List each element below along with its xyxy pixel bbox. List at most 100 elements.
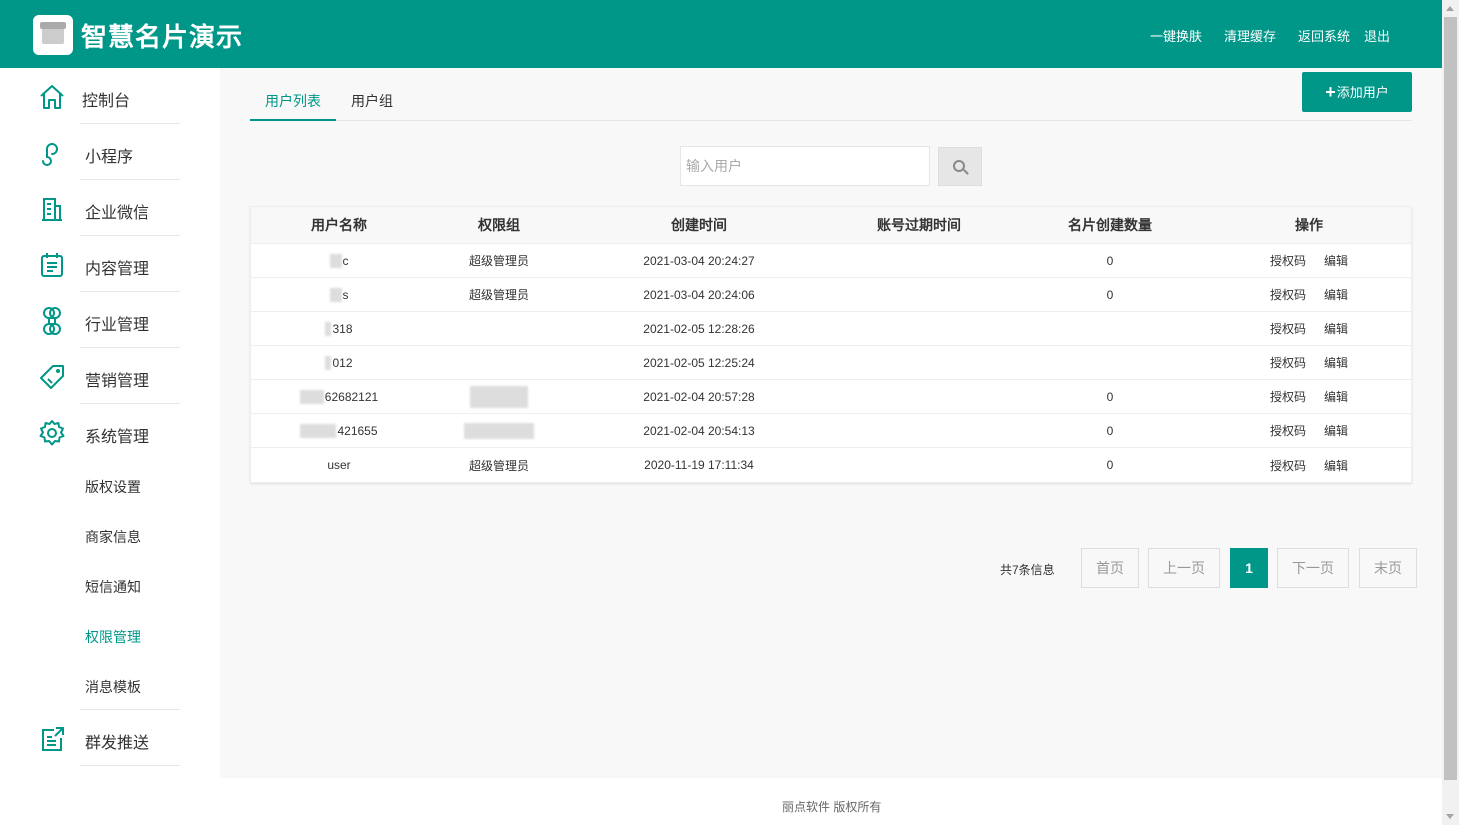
edit-link[interactable]: 编辑 xyxy=(1324,422,1348,439)
username-cell: user xyxy=(327,458,351,472)
tab-user-list[interactable]: 用户列表 xyxy=(250,89,336,121)
edit-link[interactable]: 编辑 xyxy=(1324,388,1348,405)
prev-page-button[interactable]: 上一页 xyxy=(1148,548,1220,588)
scroll-down-icon[interactable] xyxy=(1446,814,1454,819)
sub-item-message-template[interactable]: 消息模板 xyxy=(85,677,141,697)
auth-code-link[interactable]: 授权码 xyxy=(1270,252,1306,269)
created-cell: 2021-02-04 20:54:13 xyxy=(643,423,755,438)
logout-link[interactable]: 退出 xyxy=(1364,26,1390,45)
tab-user-group[interactable]: 用户组 xyxy=(336,89,408,121)
auth-code-link[interactable]: 授权码 xyxy=(1270,388,1306,405)
command-icon xyxy=(42,307,62,335)
table-header: 用户名称 权限组 创建时间 账号过期时间 名片创建数量 操作 xyxy=(251,207,1411,244)
search-input[interactable] xyxy=(680,146,930,186)
count-cell: 0 xyxy=(1106,423,1114,438)
auth-code-link[interactable]: 授权码 xyxy=(1270,320,1306,337)
sub-item-merchant[interactable]: 商家信息 xyxy=(85,527,141,547)
sidebar-item-label: 群发推送 xyxy=(85,735,150,752)
sidebar-item-label: 行业管理 xyxy=(85,317,150,334)
created-cell: 2021-03-04 20:24:06 xyxy=(643,287,755,302)
sidebar-item-label: 营销管理 xyxy=(85,373,150,390)
plus-icon: + xyxy=(1325,82,1336,102)
col-expire: 账号过期时间 xyxy=(877,217,961,233)
sidebar: 控制台 小程序 企业微信 内容管理 行业管理 营销管理 系统管理 版权设置 商家… xyxy=(0,68,220,778)
edit-link[interactable]: 编辑 xyxy=(1324,252,1348,269)
sidebar-item-wecom[interactable]: 企业微信 xyxy=(0,180,220,236)
group-cell: 超级管理员 xyxy=(468,288,529,302)
brand-title: 智慧名片演示 xyxy=(81,22,244,52)
expire-cell xyxy=(827,244,1011,277)
current-page-button[interactable]: 1 xyxy=(1230,548,1268,588)
auth-code-link[interactable]: 授权码 xyxy=(1270,422,1306,439)
count-cell: 0 xyxy=(1106,287,1114,302)
header-links: 一键换肤 清理缓存 返回系统 退出 xyxy=(1128,26,1390,45)
created-cell: 2021-02-04 20:57:28 xyxy=(643,389,755,404)
username-cell: c xyxy=(342,253,349,268)
username-cell: s xyxy=(342,287,349,302)
username-cell: 318 xyxy=(332,321,353,336)
clear-cache-link[interactable]: 清理缓存 xyxy=(1224,26,1276,45)
col-group: 权限组 xyxy=(478,217,520,233)
redacted-blur xyxy=(463,422,534,439)
col-actions: 操作 xyxy=(1295,217,1323,233)
sub-item-copyright[interactable]: 版权设置 xyxy=(85,477,141,497)
table-row: 318 2021-02-05 12:28:26 授权码 编辑 xyxy=(251,312,1411,346)
created-cell: 2021-02-05 12:28:26 xyxy=(643,321,755,336)
copyright-text: 丽点软件 版权所有 xyxy=(782,800,882,814)
col-card-count: 名片创建数量 xyxy=(1068,217,1152,233)
sub-item-permissions[interactable]: 权限管理 xyxy=(85,627,141,647)
redacted-blur xyxy=(325,355,332,370)
main-content: 用户列表 用户组 +添加用户 用户名称 权限组 创建时间 账号过期时间 名片创建… xyxy=(220,68,1442,778)
scroll-up-icon[interactable] xyxy=(1446,6,1454,11)
expire-cell xyxy=(827,278,1011,311)
export-icon xyxy=(42,727,64,751)
created-cell: 2020-11-19 17:11:34 xyxy=(644,458,754,472)
clipboard-icon xyxy=(41,253,63,277)
return-system-link[interactable]: 返回系统 xyxy=(1298,26,1350,45)
sidebar-item-label: 内容管理 xyxy=(85,261,150,278)
gear-icon xyxy=(39,420,65,446)
col-created: 创建时间 xyxy=(671,217,727,233)
sidebar-item-label: 小程序 xyxy=(85,149,134,166)
expire-cell xyxy=(827,448,1011,482)
count-cell: 0 xyxy=(1106,389,1114,404)
redacted-blur xyxy=(329,287,342,302)
tag-icon xyxy=(40,365,64,389)
group-cell: 超级管理员 xyxy=(468,458,529,473)
edit-link[interactable]: 编辑 xyxy=(1324,354,1348,371)
username-cell: 62682121 xyxy=(324,389,379,404)
auth-code-link[interactable]: 授权码 xyxy=(1270,354,1306,371)
next-page-button[interactable]: 下一页 xyxy=(1277,548,1349,588)
edit-link[interactable]: 编辑 xyxy=(1324,286,1348,303)
sidebar-item-industry[interactable]: 行业管理 xyxy=(0,292,220,348)
table-row: user 超级管理员 2020-11-19 17:11:34 0 授权码 编辑 xyxy=(251,448,1411,482)
add-user-label: 添加用户 xyxy=(1336,85,1389,100)
add-user-button[interactable]: +添加用户 xyxy=(1302,72,1412,112)
building-icon xyxy=(42,198,62,221)
auth-code-link[interactable]: 授权码 xyxy=(1270,457,1306,474)
sidebar-item-system[interactable]: 系统管理 xyxy=(0,404,220,460)
sidebar-item-miniprogram[interactable]: 小程序 xyxy=(0,124,220,180)
created-cell: 2021-02-05 12:25:24 xyxy=(643,355,755,370)
group-cell xyxy=(427,346,571,379)
total-count: 共7条信息 xyxy=(1000,563,1055,577)
last-page-button[interactable]: 末页 xyxy=(1359,548,1417,588)
sidebar-item-console[interactable]: 控制台 xyxy=(0,68,220,124)
redacted-blur xyxy=(299,389,324,404)
group-cell xyxy=(427,312,571,345)
vertical-scrollbar[interactable] xyxy=(1442,0,1459,825)
auth-code-link[interactable]: 授权码 xyxy=(1270,286,1306,303)
sidebar-item-broadcast[interactable]: 群发推送 xyxy=(0,710,220,766)
change-skin-link[interactable]: 一键换肤 xyxy=(1150,26,1202,45)
username-cell: 421655 xyxy=(337,423,378,438)
store-logo-icon xyxy=(33,15,73,55)
first-page-button[interactable]: 首页 xyxy=(1081,548,1139,588)
sidebar-item-marketing[interactable]: 营销管理 xyxy=(0,348,220,404)
edit-link[interactable]: 编辑 xyxy=(1324,457,1348,474)
scroll-thumb[interactable] xyxy=(1444,17,1457,780)
sub-item-sms[interactable]: 短信通知 xyxy=(85,577,141,597)
sidebar-item-content[interactable]: 内容管理 xyxy=(0,236,220,292)
edit-link[interactable]: 编辑 xyxy=(1324,320,1348,337)
count-cell xyxy=(1011,346,1209,379)
search-button[interactable] xyxy=(938,147,982,186)
